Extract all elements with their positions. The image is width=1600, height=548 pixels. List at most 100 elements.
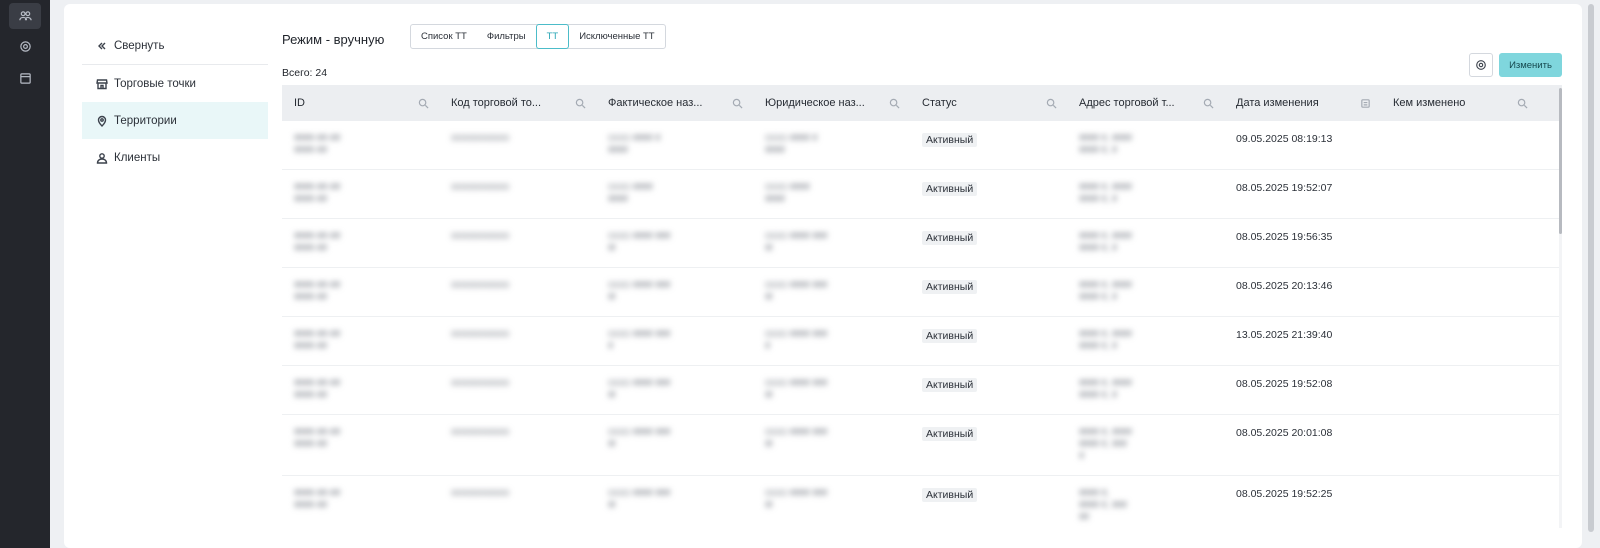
- edit-button[interactable]: Изменить: [1499, 53, 1562, 77]
- tab-excluded[interactable]: Исключенные ТТ: [569, 25, 664, 48]
- users-icon[interactable]: [9, 3, 41, 29]
- column-header-code[interactable]: Код торговой то...: [439, 85, 596, 121]
- search-icon[interactable]: [1046, 98, 1057, 109]
- search-icon[interactable]: [889, 98, 900, 109]
- id-cell: ffffffff-ffff-ffff ffffffff-ffff: [294, 488, 341, 511]
- tab-outlet-list[interactable]: Список ТТ: [411, 25, 477, 48]
- app-rail: [0, 0, 50, 548]
- nav-item-label: Территории: [114, 114, 177, 127]
- actual-name-cell: ООО ffffffff ffffff fff: [608, 280, 671, 303]
- date-cell: 08.05.2025 19:56:35: [1236, 231, 1333, 243]
- nav-item-outlets[interactable]: Торговые точки: [82, 65, 268, 102]
- id-cell: ffffffff-ffff-ffff ffffffff-ffff: [294, 182, 341, 205]
- status-cell: Активный: [910, 219, 1067, 267]
- column-label: Статус: [922, 97, 957, 109]
- code-cell: 00000000000: [451, 133, 510, 144]
- table-row[interactable]: ffffffff-ffff-ffff ffffffff-ffff 00000000…: [282, 268, 1562, 317]
- code-cell: 00000000000: [451, 280, 510, 291]
- column-label: Юридическое наз...: [765, 97, 865, 109]
- column-header-legal-name[interactable]: Юридическое наз...: [753, 85, 910, 121]
- column-header-address[interactable]: Адрес торговой т...: [1067, 85, 1224, 121]
- column-label: Фактическое наз...: [608, 97, 703, 109]
- legal-name-cell: ООО ffffffff ffffff fff: [765, 378, 828, 401]
- address-cell: ffffffff ff, ffffffff ffffffff ff, ff: [1079, 378, 1132, 401]
- actual-name-cell: ООО ffffffff ffffffff: [608, 182, 653, 205]
- date-cell: 08.05.2025 19:52:08: [1236, 378, 1333, 390]
- gear-icon: [1476, 60, 1486, 70]
- status-badge: Активный: [922, 133, 978, 147]
- collapse-button[interactable]: Свернуть: [82, 28, 268, 65]
- status-badge: Активный: [922, 378, 978, 392]
- page-scrollbar[interactable]: [1588, 4, 1594, 532]
- code-cell: 00000000000: [451, 378, 510, 389]
- legal-name-cell: ООО ffffffff ffffff ff: [765, 329, 828, 352]
- column-label: Адрес торговой т...: [1079, 97, 1175, 109]
- table-row[interactable]: ffffffff-ffff-ffff ffffffff-ffff 00000000…: [282, 366, 1562, 415]
- territory-table: ID Код торговой то... Фактическое наз...…: [282, 85, 1562, 532]
- status-badge: Активный: [922, 182, 978, 196]
- status-cell: Активный: [910, 268, 1067, 316]
- calendar-icon[interactable]: [9, 65, 41, 91]
- nav-item-territories[interactable]: Территории: [82, 102, 268, 139]
- table-header: ID Код торговой то... Фактическое наз...…: [282, 85, 1562, 121]
- table-row[interactable]: ffffffff-ffff-ffff ffffffff-ffff 00000000…: [282, 415, 1562, 476]
- column-header-date[interactable]: Дата изменения: [1224, 85, 1381, 121]
- address-cell: ffffffff ff, ffffffff ffffffff ff, ff: [1079, 133, 1132, 156]
- legal-name-cell: ООО ffffffff ffffffff: [765, 182, 810, 205]
- column-label: Код торговой то...: [451, 97, 542, 109]
- column-header-status[interactable]: Статус: [910, 85, 1067, 121]
- tab-filters[interactable]: Фильтры: [477, 25, 536, 48]
- date-cell: 08.05.2025 20:01:08: [1236, 427, 1333, 439]
- date-cell: 13.05.2025 21:39:40: [1236, 329, 1333, 341]
- table-row[interactable]: ffffffff-ffff-ffff ffffffff-ffff 00000000…: [282, 317, 1562, 366]
- id-cell: ffffffff-ffff-ffff ffffffff-ffff: [294, 231, 341, 254]
- actual-name-cell: ООО ffffffff ffffff fff: [608, 378, 671, 401]
- table-scrollbar-thumb[interactable]: [1559, 88, 1562, 234]
- status-badge: Активный: [922, 427, 978, 441]
- table-row[interactable]: ffffffff-ffff-ffff ffffffff-ffff 00000000…: [282, 219, 1562, 268]
- status-cell: Активный: [910, 366, 1067, 414]
- id-cell: ffffffff-ffff-ffff ffffffff-ffff: [294, 378, 341, 401]
- column-label: Кем изменено: [1393, 97, 1466, 109]
- column-header-modified-by[interactable]: Кем изменено: [1381, 85, 1538, 121]
- address-cell: ffffffff ff, ffffffff ff, ffffff ffff: [1079, 488, 1127, 523]
- total-count: Всего: 24: [282, 67, 328, 79]
- search-icon[interactable]: [732, 98, 743, 109]
- code-cell: 00000000000: [451, 182, 510, 193]
- date-cell: 08.05.2025 20:13:46: [1236, 280, 1333, 292]
- column-label: ID: [294, 97, 305, 109]
- date-cell: 08.05.2025 19:52:25: [1236, 488, 1333, 500]
- address-cell: ffffffff ff, ffffffff ffffffff ff, ff: [1079, 231, 1132, 254]
- table-row[interactable]: ffffffff-ffff-ffff ffffffff-ffff 00000000…: [282, 170, 1562, 219]
- modified-by-cell: [1381, 317, 1538, 365]
- status-cell: Активный: [910, 415, 1067, 475]
- id-cell: ffffffff-ffff-ffff ffffffff-ffff: [294, 427, 341, 450]
- tab-outlets[interactable]: ТТ: [535, 24, 570, 49]
- table-row[interactable]: ffffffff-ffff-ffff ffffffff-ffff 00000000…: [282, 476, 1562, 532]
- search-icon[interactable]: [1203, 98, 1214, 109]
- legal-name-cell: ООО ffffffff ff ffffffff: [765, 133, 818, 156]
- legal-name-cell: ООО ffffffff ffffff fff: [765, 427, 828, 450]
- settings-icon[interactable]: [9, 33, 41, 59]
- legal-name-cell: ООО ffffffff ffffff fff: [765, 280, 828, 303]
- search-icon[interactable]: [418, 98, 429, 109]
- column-header-id[interactable]: ID: [282, 85, 439, 121]
- search-icon[interactable]: [1517, 98, 1528, 109]
- table-row[interactable]: ffffffff-ffff-ffff ffffffff-ffff 00000000…: [282, 121, 1562, 170]
- id-cell: ffffffff-ffff-ffff ffffffff-ffff: [294, 133, 341, 156]
- tab-bar: Список ТТ Фильтры ТТ Исключенные ТТ: [410, 24, 666, 49]
- main-card: Свернуть Торговые точки Территории Клиен…: [64, 4, 1582, 548]
- date-filter-icon[interactable]: [1360, 98, 1371, 109]
- table-scrollbar[interactable]: [1559, 88, 1562, 528]
- table-settings-button[interactable]: [1469, 53, 1493, 77]
- status-badge: Активный: [922, 280, 978, 294]
- actual-name-cell: ООО ffffffff ffffff fff: [608, 231, 671, 254]
- code-cell: 00000000000: [451, 231, 510, 242]
- code-cell: 00000000000: [451, 329, 510, 340]
- column-header-actual-name[interactable]: Фактическое наз...: [596, 85, 753, 121]
- nav-item-clients[interactable]: Клиенты: [82, 139, 268, 176]
- legal-name-cell: ООО ffffffff ffffff fff: [765, 231, 828, 254]
- code-cell: 00000000000: [451, 488, 510, 499]
- search-icon[interactable]: [575, 98, 586, 109]
- section-nav: Свернуть Торговые точки Территории Клиен…: [82, 28, 268, 176]
